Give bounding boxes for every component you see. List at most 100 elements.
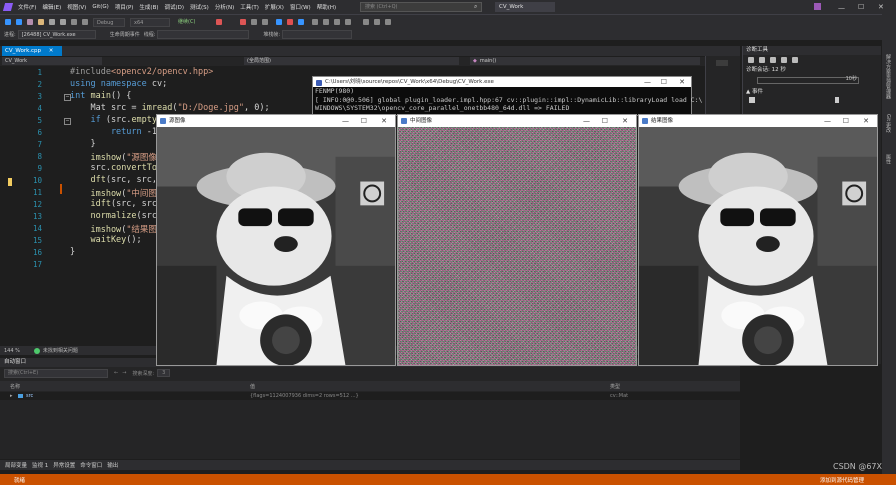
search-input[interactable]: 搜索 (Ctrl+Q) <box>360 2 482 12</box>
col-type[interactable]: 类型 <box>610 383 620 390</box>
menu-project[interactable]: 项目(P) <box>115 3 134 11</box>
undo-icon[interactable] <box>71 19 77 25</box>
restart-icon[interactable] <box>240 19 246 25</box>
close-icon[interactable]: ✕ <box>679 77 685 87</box>
solution-explorer-tab[interactable]: 解决方案资源管理器 <box>885 54 892 99</box>
maximize-icon[interactable]: ☐ <box>843 115 849 127</box>
maximize-icon[interactable]: ☐ <box>602 115 608 127</box>
thread-dropdown[interactable] <box>157 29 250 39</box>
step-out-icon[interactable] <box>345 19 351 25</box>
close-icon[interactable]: ✕ <box>622 115 628 127</box>
save-icon[interactable] <box>49 19 55 25</box>
menu-edit[interactable]: 编辑(E) <box>42 3 61 11</box>
tab-locals[interactable]: 局部变量 <box>5 461 27 469</box>
menu-file[interactable]: 文件(F) <box>18 3 36 11</box>
console-window[interactable]: C:\Users\刘晓\source\repos\CV_Work\x64\Deb… <box>312 76 702 116</box>
scroll-thumb[interactable] <box>716 60 728 66</box>
minimize-icon[interactable]: — <box>838 4 845 12</box>
menu-extensions[interactable]: 扩展(X) <box>265 3 284 11</box>
zoom-in-icon[interactable] <box>770 57 776 63</box>
session-label: 诊断会话: 12 秒 <box>746 67 786 73</box>
config-dropdown[interactable]: Debug <box>93 17 125 27</box>
minimize-icon[interactable]: — <box>583 115 590 127</box>
middle-image-window[interactable]: 中间图像 — ☐ ✕ <box>397 114 637 366</box>
menu-debug[interactable]: 调试(D) <box>165 3 185 11</box>
format-icon[interactable] <box>385 19 391 25</box>
close-icon[interactable]: ✕ <box>863 115 869 127</box>
forward-icon[interactable] <box>16 19 22 25</box>
platform-dropdown[interactable]: x64 <box>130 17 170 27</box>
properties-tab[interactable]: 属性 <box>885 154 892 164</box>
close-icon[interactable]: ✕ <box>878 3 884 11</box>
col-value[interactable]: 值 <box>250 383 255 390</box>
back-icon[interactable]: ← <box>114 370 118 376</box>
step-into-2-icon[interactable] <box>323 19 329 25</box>
code-line-9: src.convertTo <box>70 163 158 173</box>
result-image-window[interactable]: 结果图像 — ☐ ✕ <box>638 114 878 366</box>
function-dropdown[interactable]: ◆ main() <box>470 57 700 65</box>
menu-tools[interactable]: 工具(T) <box>240 3 259 11</box>
pause-icon[interactable] <box>276 19 282 25</box>
menu-view[interactable]: 视图(V) <box>67 3 86 11</box>
lifecycle-label[interactable]: 生命周期事件 <box>110 31 140 38</box>
events-header[interactable]: ▲ 事件 <box>743 87 881 95</box>
issues-label[interactable]: 未找到相关问题 <box>43 347 78 354</box>
tab-exception[interactable]: 异常设置 <box>53 461 75 469</box>
pause-events-icon[interactable] <box>749 97 755 103</box>
tab-output[interactable]: 输出 <box>107 461 118 469</box>
threads-icon[interactable] <box>374 19 380 25</box>
zoom-level[interactable]: 144 % <box>4 348 20 354</box>
git-changes-tab[interactable]: Git 更改 <box>885 114 892 133</box>
scope-dropdown[interactable]: (全局范围) <box>244 57 459 65</box>
show-next-icon[interactable] <box>312 19 318 25</box>
export-icon[interactable] <box>759 57 765 63</box>
reset-icon[interactable] <box>792 57 798 63</box>
project-dropdown[interactable]: CV_Work <box>2 57 102 65</box>
menu-help[interactable]: 帮助(H) <box>317 3 336 11</box>
new-item-icon[interactable] <box>27 19 33 25</box>
menu-git[interactable]: Git(G) <box>92 4 109 10</box>
expand-icon[interactable]: ▸ <box>10 393 13 399</box>
settings-icon[interactable] <box>748 57 754 63</box>
close-icon[interactable]: ✕ <box>381 115 387 127</box>
continue-button[interactable]: 继续(C) <box>175 18 211 27</box>
step-over-icon[interactable] <box>251 19 257 25</box>
tab-cv-work-cpp[interactable]: CV_Work.cpp ✕ <box>2 46 62 56</box>
source-control-button[interactable]: 添加到源代码管理 <box>820 476 864 484</box>
col-name[interactable]: 名称 <box>10 383 20 390</box>
open-icon[interactable] <box>38 19 44 25</box>
timeline[interactable] <box>757 77 859 84</box>
stop-icon[interactable] <box>216 19 222 25</box>
menu-analyze[interactable]: 分析(N) <box>215 3 234 11</box>
menu-test[interactable]: 测试(S) <box>190 3 209 11</box>
autos-search-input[interactable]: 搜索(Ctrl+E) <box>4 369 108 378</box>
tab-close-icon[interactable]: ✕ <box>49 48 54 54</box>
depth-dropdown[interactable]: 3 <box>157 369 171 377</box>
zoom-out-icon[interactable] <box>781 57 787 63</box>
source-image-window[interactable]: 源图像 — ☐ ✕ <box>156 114 396 366</box>
redo-icon[interactable] <box>82 19 88 25</box>
maximize-icon[interactable]: ☐ <box>661 77 667 87</box>
menu-window[interactable]: 窗口(W) <box>290 3 311 11</box>
menu-build[interactable]: 生成(B) <box>139 3 158 11</box>
tab-watch1[interactable]: 监视 1 <box>32 461 48 469</box>
save-all-icon[interactable] <box>60 19 66 25</box>
table-row[interactable]: ▸ src {flags=1124007936 dims=2 rows=512 … <box>0 392 740 400</box>
code-line-8: imshow("源图像 <box>70 153 157 163</box>
tab-command[interactable]: 命令窗口 <box>80 461 102 469</box>
hex-icon[interactable] <box>363 19 369 25</box>
account-icon[interactable] <box>814 3 821 10</box>
step-into-icon[interactable] <box>262 19 268 25</box>
maximize-icon[interactable]: ☐ <box>361 115 367 127</box>
forward-icon[interactable]: → <box>122 370 126 376</box>
minimize-icon[interactable]: — <box>644 77 651 87</box>
maximize-icon[interactable]: ☐ <box>858 3 864 11</box>
stack-dropdown[interactable] <box>282 29 353 39</box>
process-dropdown[interactable]: [26488] CV_Work.exe <box>17 29 96 39</box>
minimize-icon[interactable]: — <box>342 115 349 127</box>
restart-debug-icon[interactable] <box>298 19 304 25</box>
stop-debug-icon[interactable] <box>287 19 293 25</box>
minimize-icon[interactable]: — <box>824 115 831 127</box>
back-icon[interactable] <box>5 19 11 25</box>
step-over-2-icon[interactable] <box>334 19 340 25</box>
